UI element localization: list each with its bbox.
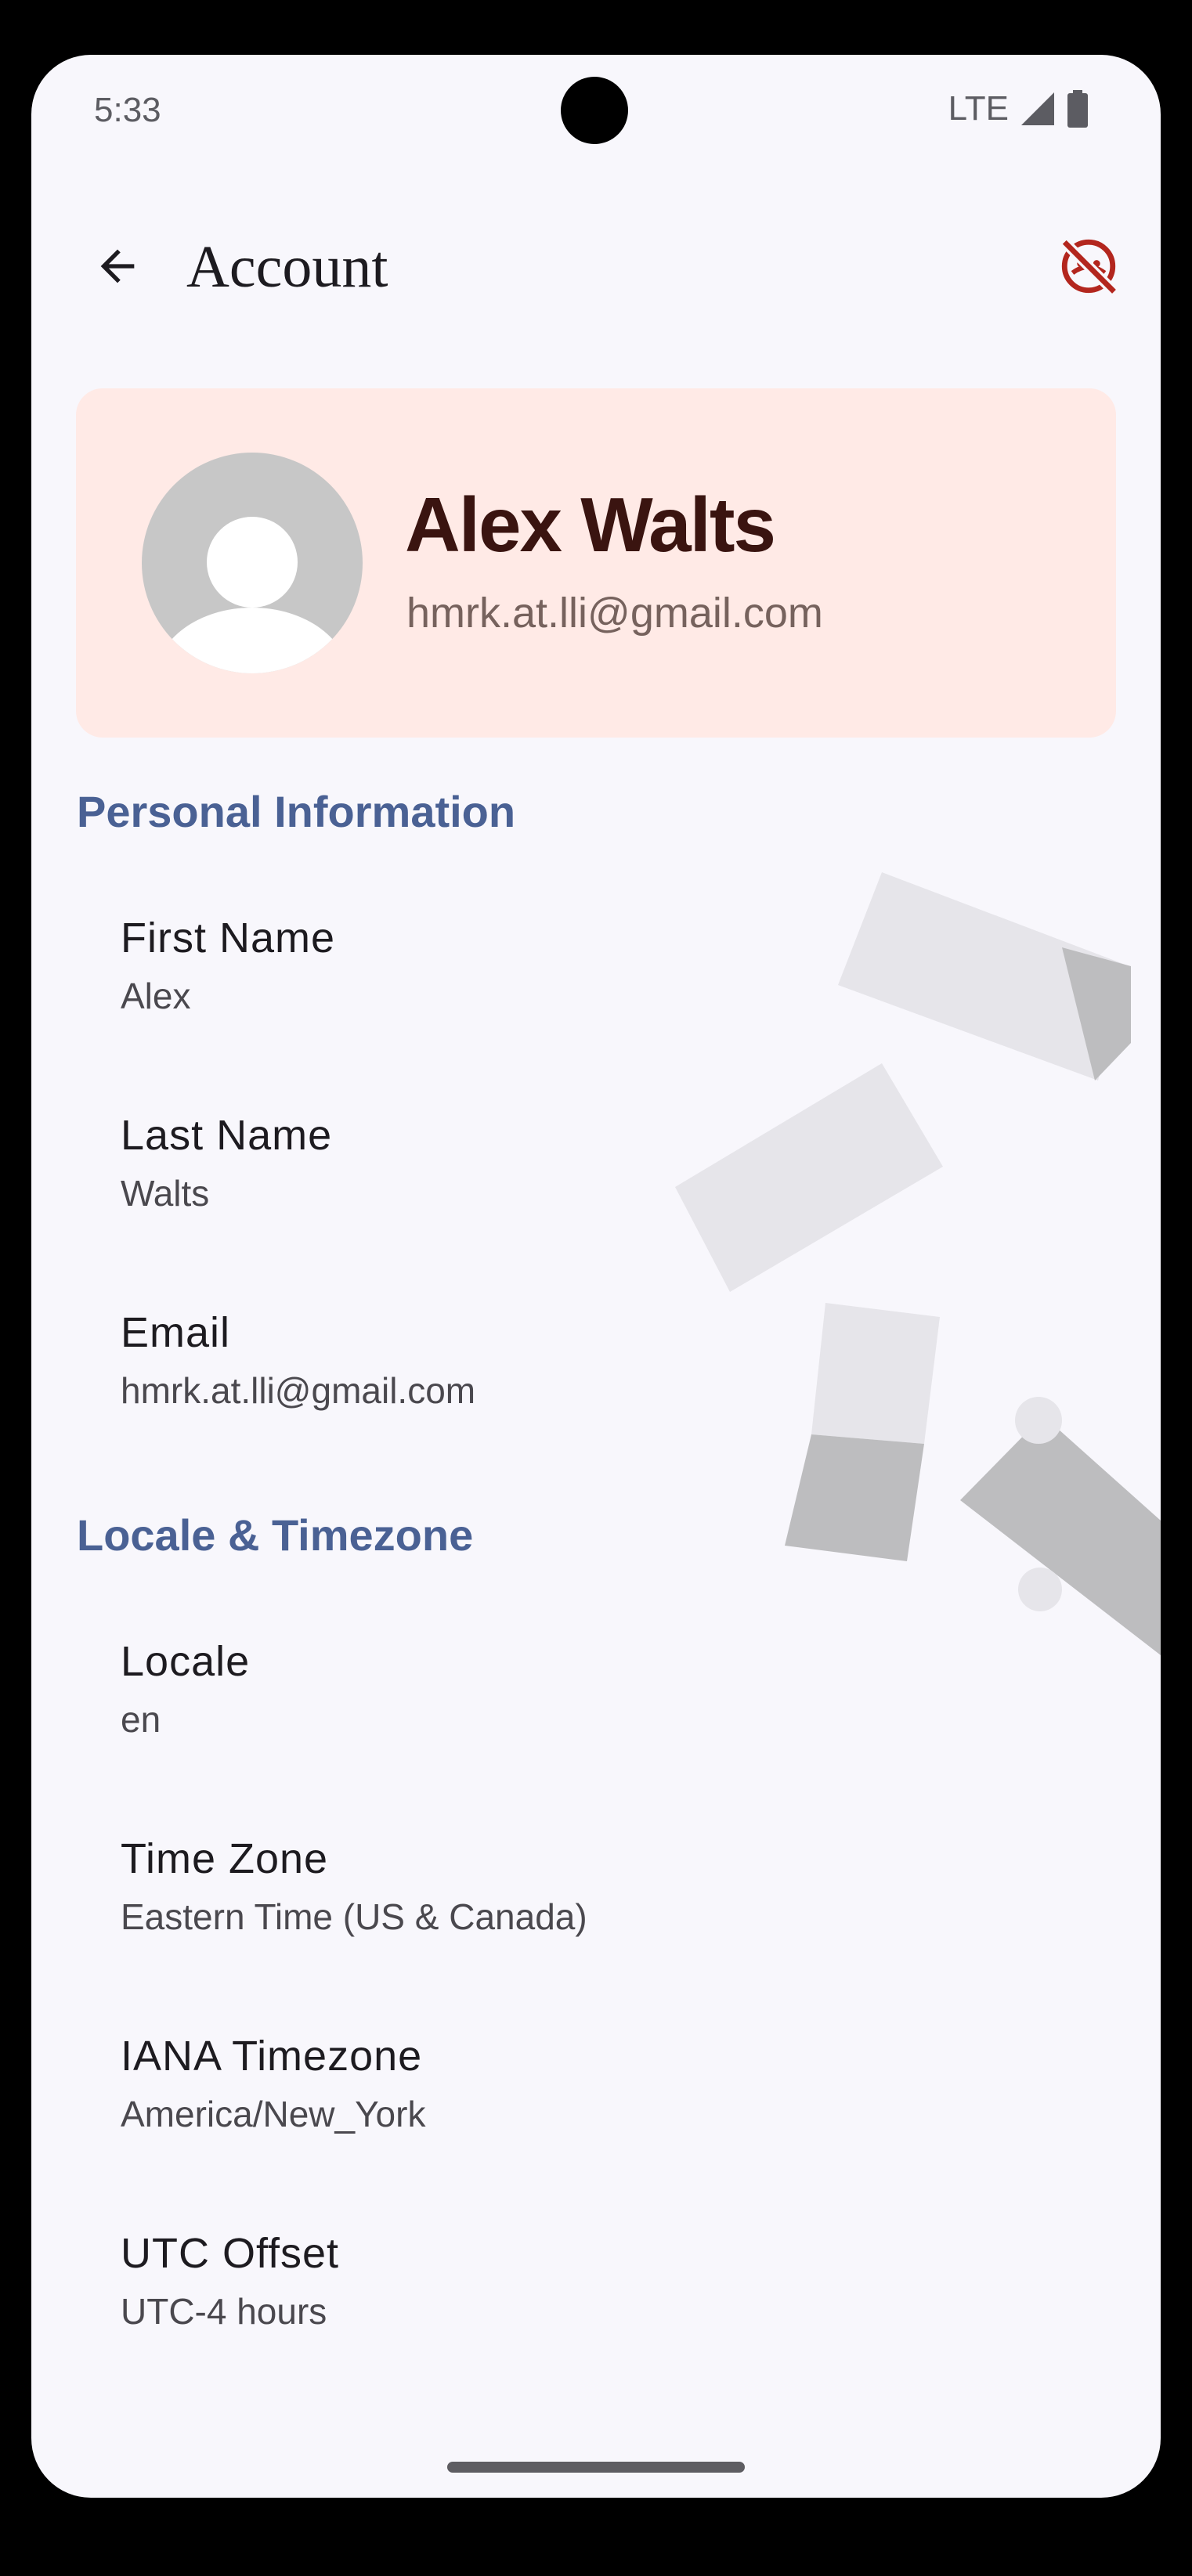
field-label: IANA Timezone <box>121 2033 423 2080</box>
field-label: UTC Offset <box>121 2230 340 2277</box>
profile-name: Alex Walts <box>405 482 776 568</box>
field-email[interactable]: Email hmrk.at.lli@gmail.com <box>121 1308 475 1414</box>
field-value: hmrk.at.lli@gmail.com <box>121 1370 476 1411</box>
section-title-personal: Personal Information <box>77 787 516 836</box>
field-value: America/New_York <box>121 2094 426 2134</box>
field-iana-timezone[interactable]: IANA Timezone America/New_York <box>121 2031 425 2138</box>
profile-card: Alex Walts hmrk.at.lli@gmail.com <box>76 388 1116 738</box>
device-frame: 5:33 LTE Account Alex Walts hmrk.at.lli@… <box>0 0 1192 2576</box>
field-time-zone[interactable]: Time Zone Eastern Time (US & Canada) <box>121 1834 587 1940</box>
section-title-locale: Locale & Timezone <box>77 1510 474 1560</box>
field-label: First Name <box>121 915 336 961</box>
field-value: Alex <box>121 976 191 1016</box>
screen: 5:33 LTE Account Alex Walts hmrk.at.lli@… <box>31 55 1161 2498</box>
field-label: Locale <box>121 1638 251 1685</box>
field-value: Walts <box>121 1173 210 1214</box>
field-utc-offset[interactable]: UTC Offset UTC-4 hours <box>121 2228 339 2335</box>
field-value: en <box>121 1699 161 1740</box>
field-first-name[interactable]: First Name Alex <box>121 913 335 1019</box>
person-placeholder-icon <box>155 517 349 673</box>
field-label: Last Name <box>121 1112 333 1159</box>
avatar <box>142 453 363 673</box>
field-label: Time Zone <box>121 1835 329 1882</box>
home-indicator[interactable] <box>447 2462 745 2473</box>
field-last-name[interactable]: Last Name Walts <box>121 1110 332 1217</box>
field-value: UTC-4 hours <box>121 2291 327 2332</box>
profile-email: hmrk.at.lli@gmail.com <box>406 590 823 637</box>
field-locale[interactable]: Locale en <box>121 1636 250 1743</box>
field-label: Email <box>121 1309 231 1356</box>
field-value: Eastern Time (US & Canada) <box>121 1896 587 1937</box>
